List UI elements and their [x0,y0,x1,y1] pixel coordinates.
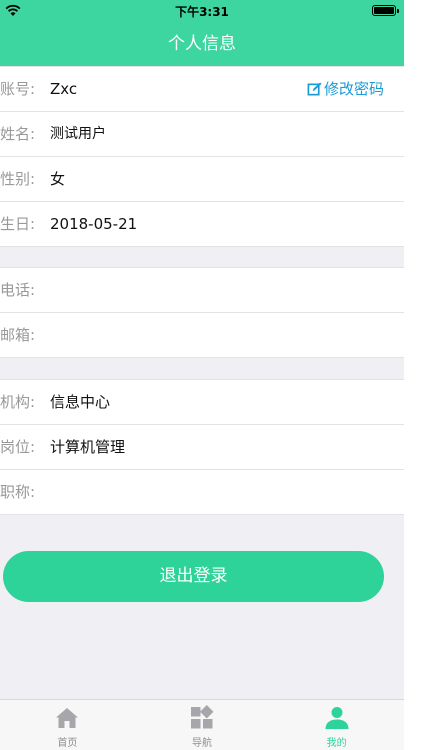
post-label: 岗位: [0,438,36,456]
profile-group-contact: 电话: 邮箱: [0,267,404,358]
status-time: 下午3:31 [175,5,229,19]
birthday-row[interactable]: 生日: 2018-05-21 [0,202,404,247]
app-screen: 下午3:31 个人信息 账号: Zxc 修改密码 姓名: 测试用户 性别: 女 [0,0,404,750]
email-row[interactable]: 邮箱: [0,313,404,358]
account-value: Zxc [50,80,78,98]
change-password-button[interactable]: 修改密码 [307,67,384,112]
org-row[interactable]: 机构: 信息中心 [0,380,404,425]
battery-icon [372,5,399,16]
org-value: 信息中心 [50,393,111,411]
name-value: 测试用户 [50,126,106,142]
phone-label: 电话: [0,281,36,299]
birthday-label: 生日: [0,215,36,233]
account-label: 账号: [0,80,36,98]
profile-group-work: 机构: 信息中心 岗位: 计算机管理 职称: [0,379,404,515]
name-label: 姓名: [0,125,36,143]
status-bar: 下午3:31 [0,0,404,22]
tab-bar: 首页 导航 我的 [0,699,404,750]
gender-row[interactable]: 性别: 女 [0,157,404,202]
person-icon [325,707,349,729]
gender-label: 性别: [0,170,36,188]
account-row: 账号: Zxc 修改密码 [0,67,404,112]
job-title-label: 职称: [0,483,36,501]
tab-navigation[interactable]: 导航 [135,700,270,750]
tab-mine[interactable]: 我的 [269,700,404,750]
tab-home-label: 首页 [57,738,78,749]
org-label: 机构: [0,393,36,411]
edit-icon [307,82,322,96]
logout-button[interactable]: 退出登录 [3,551,384,602]
name-row: 姓名: 测试用户 [0,112,404,157]
change-password-label: 修改密码 [323,80,384,98]
post-row[interactable]: 岗位: 计算机管理 [0,425,404,470]
tab-mine-label: 我的 [326,738,347,749]
phone-row[interactable]: 电话: [0,268,404,313]
profile-group-basic: 账号: Zxc 修改密码 姓名: 测试用户 性别: 女 生日: 2018-05-… [0,66,404,247]
birthday-value: 2018-05-21 [50,215,138,233]
home-icon [56,708,79,728]
gender-value: 女 [50,170,66,188]
page-title: 个人信息 [168,34,236,54]
email-label: 邮箱: [0,326,36,344]
tab-home[interactable]: 首页 [0,700,135,750]
job-title-row[interactable]: 职称: [0,470,404,515]
nav-bar: 个人信息 [0,22,404,66]
grid-icon [191,705,214,729]
post-value: 计算机管理 [50,438,126,456]
tab-navigation-label: 导航 [192,738,212,749]
